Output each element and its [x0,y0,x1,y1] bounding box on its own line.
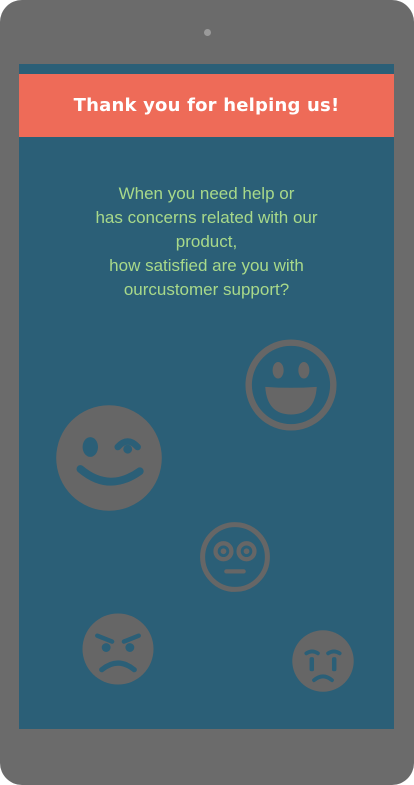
flushed-face-icon [200,522,270,592]
app-screen: Thank you for helping us! When you need … [19,64,394,729]
emoji-angry-button[interactable] [81,612,155,686]
emoji-flushed-button[interactable] [199,521,271,593]
front-camera [204,29,211,36]
angry-face-icon [82,613,154,685]
emoji-grinning-button[interactable] [245,339,337,431]
winking-face-icon [56,405,162,511]
survey-question: When you need help or has concerns relat… [95,184,318,299]
device-frame: Thank you for helping us! When you need … [0,0,414,785]
emoji-crying-button[interactable] [291,629,355,693]
crying-face-icon [292,630,354,692]
emoji-winking-button[interactable] [54,403,164,513]
header-bar: Thank you for helping us! [19,74,394,137]
grinning-face-icon [245,339,337,431]
header-title: Thank you for helping us! [73,95,340,116]
